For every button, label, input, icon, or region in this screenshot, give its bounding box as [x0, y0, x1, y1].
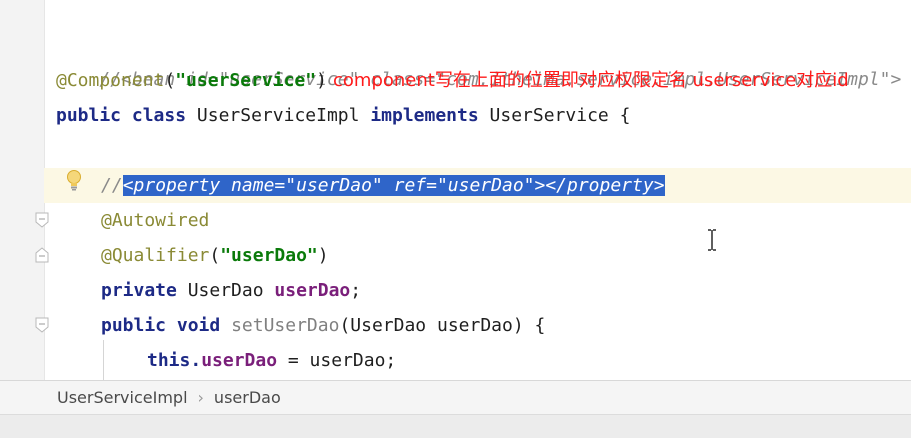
breadcrumb: UserServiceImpl › userDao — [0, 380, 911, 414]
keyword-class: class — [131, 105, 187, 126]
keyword-public: public — [101, 315, 167, 336]
breadcrumb-separator: › — [197, 388, 204, 407]
paren-open: ( — [164, 70, 176, 91]
code-line-9[interactable]: public void setUserDao(UserDao userDao) … — [101, 309, 545, 343]
breadcrumb-class[interactable]: UserServiceImpl — [57, 388, 188, 407]
lightbulb-icon[interactable] — [64, 169, 84, 193]
code-line-10[interactable]: this.userDao = userDao; — [147, 344, 396, 378]
code-line-6[interactable]: @Autowired — [101, 204, 209, 238]
text-cursor-icon — [705, 228, 719, 252]
component-annotation: @Component — [56, 70, 165, 91]
paren-close: ) — [317, 245, 329, 266]
method-params: (UserDao userDao) { — [339, 315, 546, 336]
semicolon: ; — [350, 280, 362, 301]
interface-name: UserService { — [489, 105, 631, 126]
keyword-public: public — [56, 105, 122, 126]
paren-open: ( — [209, 245, 221, 266]
assignment-rest: = userDao; — [277, 350, 397, 371]
code-line-7[interactable]: @Qualifier("userDao") — [101, 239, 329, 273]
fold-marker-icon[interactable] — [34, 317, 50, 333]
fold-marker-icon[interactable] — [34, 247, 50, 263]
qualifier-annotation: @Qualifier — [101, 245, 210, 266]
selected-property-comment[interactable]: <property name="userDao" ref="userDao"><… — [122, 175, 665, 196]
handwritten-note-overlay: component写在上面的位置即对应权限定名 userservice对应id — [333, 70, 849, 91]
qualifier-name-string: "userDao" — [220, 245, 318, 266]
autowired-annotation: @Autowired — [101, 210, 210, 231]
code-line-2[interactable]: @Component("userService") — [56, 64, 327, 98]
method-name: setUserDao — [231, 315, 340, 336]
code-line-5[interactable]: //<property name="userDao" ref="userDao"… — [101, 169, 665, 203]
code-line-8[interactable]: private UserDao userDao; — [101, 274, 361, 308]
status-strip — [0, 414, 911, 438]
keyword-void: void — [176, 315, 221, 336]
code-editor[interactable]: //<bean id="userService" class="com.ithe… — [0, 0, 911, 380]
breadcrumb-member[interactable]: userDao — [214, 388, 281, 407]
comment-slashes: // — [101, 175, 123, 196]
class-name: UserServiceImpl — [196, 105, 360, 126]
indent-guide — [103, 340, 104, 380]
code-line-1[interactable]: //<bean id="userService" class="com.ithe… — [56, 29, 901, 90]
keyword-this: this. — [147, 350, 202, 371]
keyword-private: private — [101, 280, 177, 301]
field-reference: userDao — [201, 350, 278, 371]
fold-marker-icon[interactable] — [34, 212, 50, 228]
paren-close: ) — [316, 70, 327, 91]
component-name-string: "userService" — [175, 70, 317, 91]
keyword-implements: implements — [370, 105, 479, 126]
field-type: UserDao — [187, 280, 264, 301]
code-line-3[interactable]: public class UserServiceImpl implements … — [56, 99, 630, 133]
field-name: userDao — [274, 280, 351, 301]
